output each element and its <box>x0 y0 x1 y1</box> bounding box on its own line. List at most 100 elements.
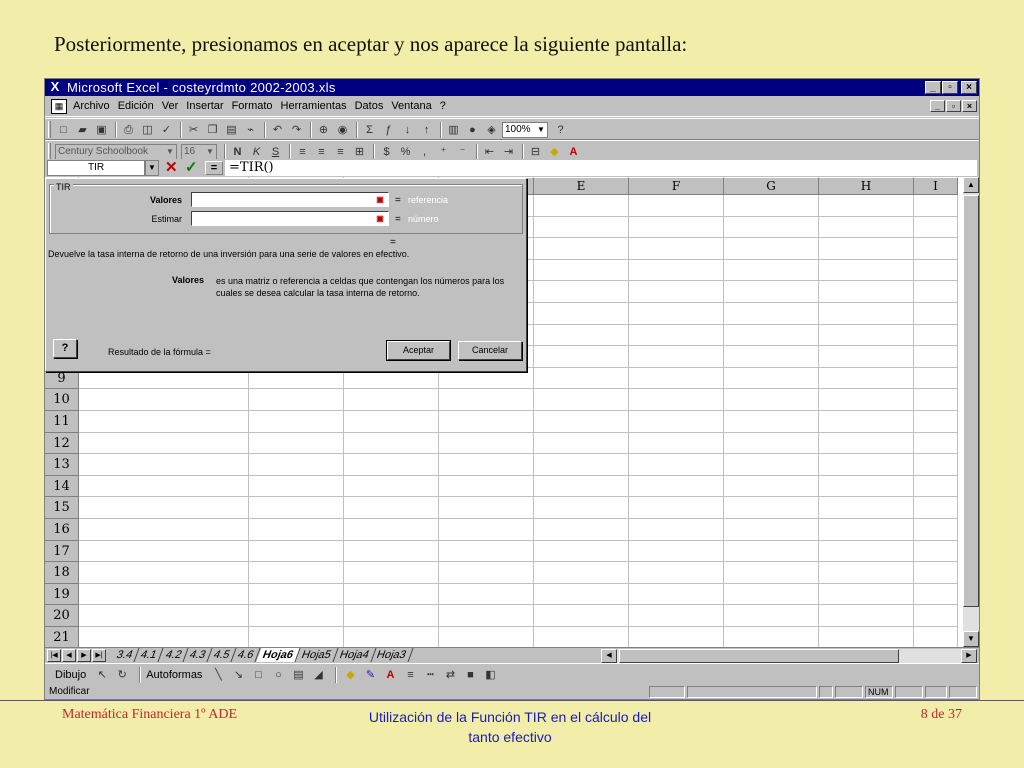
last-sheet-icon[interactable]: ▶| <box>92 649 106 662</box>
grid-cell[interactable] <box>79 605 249 627</box>
grid-cell[interactable] <box>79 626 249 647</box>
fill-color-icon[interactable]: ◆ <box>546 144 563 160</box>
undo-icon[interactable]: ↶ <box>269 122 286 138</box>
grid-cell[interactable] <box>819 302 914 325</box>
grid-cell[interactable] <box>439 432 534 455</box>
3d-icon[interactable]: ◧ <box>482 668 498 683</box>
menu-help[interactable]: ? <box>440 100 446 112</box>
grid-cell[interactable] <box>724 324 819 347</box>
grid-cell[interactable] <box>439 562 534 584</box>
grid-cell[interactable] <box>249 626 344 647</box>
line-style-icon[interactable]: ≡ <box>402 668 418 683</box>
next-sheet-icon[interactable]: ▶ <box>77 649 91 662</box>
vertical-scroll-thumb[interactable] <box>963 195 979 607</box>
grid-cell[interactable] <box>724 605 819 627</box>
grid-cell[interactable] <box>79 518 249 541</box>
grid-cell[interactable] <box>249 454 344 476</box>
grid-cell[interactable] <box>724 302 819 325</box>
grid-cell[interactable] <box>724 562 819 584</box>
grid-cell[interactable] <box>344 626 439 647</box>
grid-cell[interactable] <box>534 583 629 606</box>
grid-cell[interactable] <box>534 281 629 303</box>
vertical-scrollbar[interactable]: ▲ ▼ <box>963 177 979 647</box>
doc-close-button[interactable]: × <box>962 100 977 112</box>
valores-input[interactable] <box>191 192 389 207</box>
grid-cell[interactable] <box>914 238 958 260</box>
grid-cell[interactable] <box>819 540 914 563</box>
grid-cell[interactable] <box>724 540 819 563</box>
grid-cell[interactable] <box>724 195 819 217</box>
grid-cell[interactable] <box>79 432 249 455</box>
select-objects-icon[interactable]: ↖ <box>94 668 110 683</box>
arrow-style-icon[interactable]: ⇄ <box>442 668 458 683</box>
italic-icon[interactable]: K <box>248 144 265 160</box>
grid-cell[interactable] <box>79 389 249 411</box>
grid-cell[interactable] <box>819 367 914 390</box>
grid-cell[interactable] <box>534 324 629 347</box>
grid-cell[interactable] <box>249 410 344 433</box>
menu-herramientas[interactable]: Herramientas <box>281 100 347 112</box>
grid-cell[interactable] <box>819 475 914 498</box>
grid-cell[interactable] <box>249 583 344 606</box>
grid-cell[interactable] <box>914 410 958 433</box>
rectangle-icon[interactable]: □ <box>250 668 266 683</box>
grid-cell[interactable] <box>344 518 439 541</box>
doc-restore-button[interactable]: ▫ <box>946 100 961 112</box>
spelling-icon[interactable]: ✓ <box>158 122 175 138</box>
grid-cell[interactable] <box>534 497 629 519</box>
align-right-icon[interactable]: ≡ <box>332 144 349 160</box>
scroll-left-icon[interactable]: ◀ <box>601 649 617 663</box>
enter-icon[interactable]: ✓ <box>185 159 198 177</box>
paste-icon[interactable]: ▤ <box>223 122 240 138</box>
menu-datos[interactable]: Datos <box>355 100 384 112</box>
workbook-icon[interactable]: ▦ <box>51 99 67 114</box>
grid-cell[interactable] <box>534 475 629 498</box>
grid-cell[interactable] <box>534 302 629 325</box>
grid-cell[interactable] <box>914 324 958 347</box>
grid-cell[interactable] <box>724 346 819 368</box>
grid-cell[interactable] <box>724 432 819 455</box>
grid-cell[interactable] <box>819 389 914 411</box>
grid-cell[interactable] <box>344 605 439 627</box>
grid-cell[interactable] <box>79 410 249 433</box>
row-header[interactable]: 21 <box>45 626 79 647</box>
grid-cell[interactable] <box>249 432 344 455</box>
grid-cell[interactable] <box>819 497 914 519</box>
row-header[interactable]: 17 <box>45 540 79 563</box>
grid-cell[interactable] <box>914 540 958 563</box>
grid-cell[interactable] <box>534 216 629 239</box>
grid-cell[interactable] <box>819 626 914 647</box>
free-rotate-icon[interactable]: ↻ <box>114 668 130 683</box>
menu-ver[interactable]: Ver <box>162 100 179 112</box>
grid-cell[interactable] <box>629 216 724 239</box>
prev-sheet-icon[interactable]: ◀ <box>62 649 76 662</box>
grid-cell[interactable] <box>914 562 958 584</box>
restore-button[interactable]: ▫ <box>942 81 958 94</box>
grid-cell[interactable] <box>439 454 534 476</box>
percent-icon[interactable]: % <box>397 144 414 160</box>
decrease-decimal-icon[interactable]: ⁻ <box>454 144 471 160</box>
grid-cell[interactable] <box>914 195 958 217</box>
font-size-select[interactable]: 16 ▼ <box>181 143 217 160</box>
row-header[interactable]: 18 <box>45 562 79 584</box>
grid-cell[interactable] <box>819 583 914 606</box>
grid-cell[interactable] <box>914 497 958 519</box>
cancel-icon[interactable]: ✕ <box>165 159 178 177</box>
grid-cell[interactable] <box>344 389 439 411</box>
grid-cell[interactable] <box>534 540 629 563</box>
grid-cell[interactable] <box>629 346 724 368</box>
grid-cell[interactable] <box>534 518 629 541</box>
grid-cell[interactable] <box>724 238 819 260</box>
grid-cell[interactable] <box>629 475 724 498</box>
row-header[interactable]: 15 <box>45 497 79 519</box>
grid-cell[interactable] <box>344 540 439 563</box>
formula-input[interactable]: =TIR() <box>225 160 977 176</box>
grid-cell[interactable] <box>534 389 629 411</box>
grid-cell[interactable] <box>249 562 344 584</box>
grid-cell[interactable] <box>534 367 629 390</box>
menu-archivo[interactable]: Archivo <box>73 100 110 112</box>
grid-cell[interactable] <box>819 562 914 584</box>
row-header[interactable]: 11 <box>45 410 79 433</box>
sheet-tab[interactable]: Hoja5 <box>295 648 339 662</box>
row-header[interactable]: 19 <box>45 583 79 606</box>
